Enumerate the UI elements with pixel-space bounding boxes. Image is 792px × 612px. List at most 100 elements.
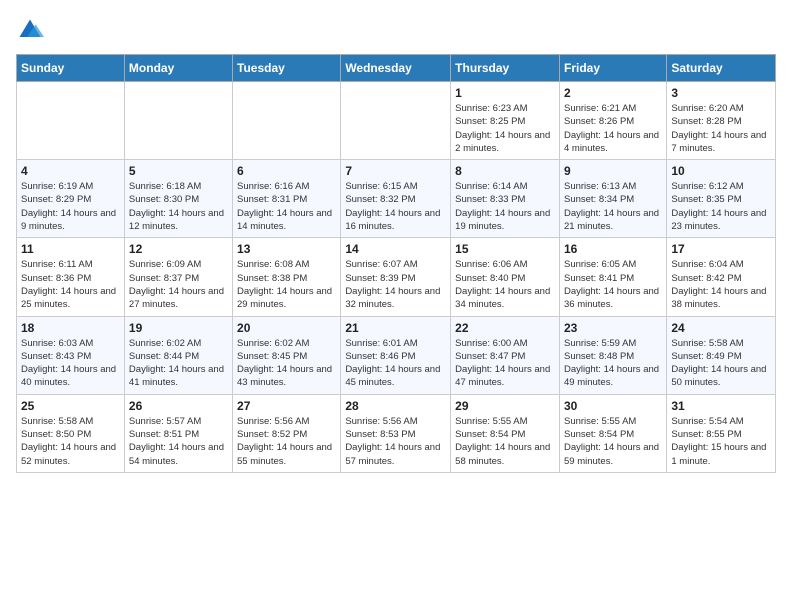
day-info: Sunrise: 6:04 AMSunset: 8:42 PMDaylight:… <box>671 258 771 311</box>
day-info: Sunrise: 6:21 AMSunset: 8:26 PMDaylight:… <box>564 102 662 155</box>
day-number: 8 <box>455 164 555 178</box>
logo-icon <box>16 16 44 44</box>
day-number: 30 <box>564 399 662 413</box>
day-number: 21 <box>345 321 446 335</box>
day-cell: 26 Sunrise: 5:57 AMSunset: 8:51 PMDayligh… <box>124 394 232 472</box>
day-cell: 8 Sunrise: 6:14 AMSunset: 8:33 PMDaylight… <box>451 160 560 238</box>
day-info: Sunrise: 6:11 AMSunset: 8:36 PMDaylight:… <box>21 258 120 311</box>
calendar-table: SundayMondayTuesdayWednesdayThursdayFrid… <box>16 54 776 473</box>
day-number: 24 <box>671 321 771 335</box>
day-number: 9 <box>564 164 662 178</box>
day-number: 28 <box>345 399 446 413</box>
day-cell: 19 Sunrise: 6:02 AMSunset: 8:44 PMDayligh… <box>124 316 232 394</box>
col-header-wednesday: Wednesday <box>341 55 451 82</box>
day-info: Sunrise: 6:18 AMSunset: 8:30 PMDaylight:… <box>129 180 228 233</box>
week-row-4: 18 Sunrise: 6:03 AMSunset: 8:43 PMDayligh… <box>17 316 776 394</box>
day-number: 13 <box>237 242 336 256</box>
col-header-sunday: Sunday <box>17 55 125 82</box>
day-cell: 3 Sunrise: 6:20 AMSunset: 8:28 PMDaylight… <box>667 82 776 160</box>
day-number: 3 <box>671 86 771 100</box>
day-number: 14 <box>345 242 446 256</box>
day-info: Sunrise: 6:16 AMSunset: 8:31 PMDaylight:… <box>237 180 336 233</box>
col-header-monday: Monday <box>124 55 232 82</box>
day-number: 16 <box>564 242 662 256</box>
day-info: Sunrise: 6:09 AMSunset: 8:37 PMDaylight:… <box>129 258 228 311</box>
logo <box>16 16 48 44</box>
day-info: Sunrise: 5:56 AMSunset: 8:52 PMDaylight:… <box>237 415 336 468</box>
day-number: 19 <box>129 321 228 335</box>
day-cell: 27 Sunrise: 5:56 AMSunset: 8:52 PMDayligh… <box>233 394 341 472</box>
day-cell: 7 Sunrise: 6:15 AMSunset: 8:32 PMDaylight… <box>341 160 451 238</box>
day-info: Sunrise: 6:02 AMSunset: 8:44 PMDaylight:… <box>129 337 228 390</box>
day-info: Sunrise: 6:03 AMSunset: 8:43 PMDaylight:… <box>21 337 120 390</box>
day-number: 18 <box>21 321 120 335</box>
day-info: Sunrise: 5:59 AMSunset: 8:48 PMDaylight:… <box>564 337 662 390</box>
day-info: Sunrise: 6:19 AMSunset: 8:29 PMDaylight:… <box>21 180 120 233</box>
day-info: Sunrise: 6:01 AMSunset: 8:46 PMDaylight:… <box>345 337 446 390</box>
day-info: Sunrise: 5:54 AMSunset: 8:55 PMDaylight:… <box>671 415 771 468</box>
day-number: 6 <box>237 164 336 178</box>
day-number: 15 <box>455 242 555 256</box>
page-header <box>16 16 776 44</box>
day-cell: 9 Sunrise: 6:13 AMSunset: 8:34 PMDaylight… <box>559 160 666 238</box>
day-number: 20 <box>237 321 336 335</box>
col-header-thursday: Thursday <box>451 55 560 82</box>
day-cell: 5 Sunrise: 6:18 AMSunset: 8:30 PMDaylight… <box>124 160 232 238</box>
day-info: Sunrise: 5:58 AMSunset: 8:50 PMDaylight:… <box>21 415 120 468</box>
day-info: Sunrise: 6:13 AMSunset: 8:34 PMDaylight:… <box>564 180 662 233</box>
day-info: Sunrise: 6:06 AMSunset: 8:40 PMDaylight:… <box>455 258 555 311</box>
day-info: Sunrise: 6:20 AMSunset: 8:28 PMDaylight:… <box>671 102 771 155</box>
day-info: Sunrise: 6:08 AMSunset: 8:38 PMDaylight:… <box>237 258 336 311</box>
day-info: Sunrise: 5:58 AMSunset: 8:49 PMDaylight:… <box>671 337 771 390</box>
day-cell: 28 Sunrise: 5:56 AMSunset: 8:53 PMDayligh… <box>341 394 451 472</box>
day-number: 22 <box>455 321 555 335</box>
day-cell <box>124 82 232 160</box>
day-cell: 18 Sunrise: 6:03 AMSunset: 8:43 PMDayligh… <box>17 316 125 394</box>
day-cell: 1 Sunrise: 6:23 AMSunset: 8:25 PMDaylight… <box>451 82 560 160</box>
day-cell: 15 Sunrise: 6:06 AMSunset: 8:40 PMDayligh… <box>451 238 560 316</box>
day-number: 27 <box>237 399 336 413</box>
day-number: 11 <box>21 242 120 256</box>
header-row: SundayMondayTuesdayWednesdayThursdayFrid… <box>17 55 776 82</box>
day-number: 7 <box>345 164 446 178</box>
day-number: 23 <box>564 321 662 335</box>
day-number: 4 <box>21 164 120 178</box>
day-number: 12 <box>129 242 228 256</box>
day-cell: 14 Sunrise: 6:07 AMSunset: 8:39 PMDayligh… <box>341 238 451 316</box>
day-cell: 22 Sunrise: 6:00 AMSunset: 8:47 PMDayligh… <box>451 316 560 394</box>
day-info: Sunrise: 5:57 AMSunset: 8:51 PMDaylight:… <box>129 415 228 468</box>
day-cell: 21 Sunrise: 6:01 AMSunset: 8:46 PMDayligh… <box>341 316 451 394</box>
day-info: Sunrise: 6:14 AMSunset: 8:33 PMDaylight:… <box>455 180 555 233</box>
day-cell: 16Sunrise: 6:05 AMSunset: 8:41 PMDayligh… <box>559 238 666 316</box>
day-info: Sunrise: 6:23 AMSunset: 8:25 PMDaylight:… <box>455 102 555 155</box>
day-info: Sunrise: 6:15 AMSunset: 8:32 PMDaylight:… <box>345 180 446 233</box>
day-cell: 25 Sunrise: 5:58 AMSunset: 8:50 PMDayligh… <box>17 394 125 472</box>
col-header-tuesday: Tuesday <box>233 55 341 82</box>
day-info: Sunrise: 5:55 AMSunset: 8:54 PMDaylight:… <box>455 415 555 468</box>
day-cell: 31 Sunrise: 5:54 AMSunset: 8:55 PMDayligh… <box>667 394 776 472</box>
day-cell: 20 Sunrise: 6:02 AMSunset: 8:45 PMDayligh… <box>233 316 341 394</box>
day-info: Sunrise: 6:07 AMSunset: 8:39 PMDaylight:… <box>345 258 446 311</box>
day-number: 26 <box>129 399 228 413</box>
day-number: 10 <box>671 164 771 178</box>
day-number: 29 <box>455 399 555 413</box>
day-info: Sunrise: 6:02 AMSunset: 8:45 PMDaylight:… <box>237 337 336 390</box>
day-cell: 29 Sunrise: 5:55 AMSunset: 8:54 PMDayligh… <box>451 394 560 472</box>
day-cell: 2Sunrise: 6:21 AMSunset: 8:26 PMDaylight… <box>559 82 666 160</box>
week-row-2: 4 Sunrise: 6:19 AMSunset: 8:29 PMDaylight… <box>17 160 776 238</box>
day-info: Sunrise: 6:00 AMSunset: 8:47 PMDaylight:… <box>455 337 555 390</box>
week-row-5: 25 Sunrise: 5:58 AMSunset: 8:50 PMDayligh… <box>17 394 776 472</box>
day-cell: 23 Sunrise: 5:59 AMSunset: 8:48 PMDayligh… <box>559 316 666 394</box>
day-number: 31 <box>671 399 771 413</box>
day-number: 17 <box>671 242 771 256</box>
col-header-saturday: Saturday <box>667 55 776 82</box>
day-cell: 13 Sunrise: 6:08 AMSunset: 8:38 PMDayligh… <box>233 238 341 316</box>
day-number: 5 <box>129 164 228 178</box>
day-info: Sunrise: 6:12 AMSunset: 8:35 PMDaylight:… <box>671 180 771 233</box>
day-cell: 11 Sunrise: 6:11 AMSunset: 8:36 PMDayligh… <box>17 238 125 316</box>
day-number: 25 <box>21 399 120 413</box>
day-cell: 17 Sunrise: 6:04 AMSunset: 8:42 PMDayligh… <box>667 238 776 316</box>
day-info: Sunrise: 5:56 AMSunset: 8:53 PMDaylight:… <box>345 415 446 468</box>
day-number: 1 <box>455 86 555 100</box>
day-cell <box>341 82 451 160</box>
